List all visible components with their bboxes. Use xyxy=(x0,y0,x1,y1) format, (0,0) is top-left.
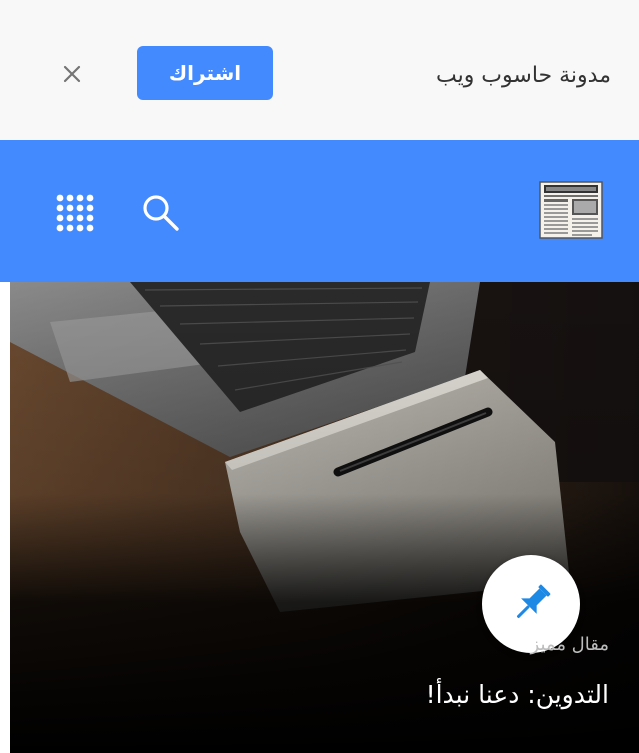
newspaper-icon xyxy=(539,181,603,239)
search-button[interactable] xyxy=(140,192,182,234)
blog-title: مدونة حاسوب ويب xyxy=(435,63,611,88)
page: مدونة حاسوب ويب اشتراك مقال مميز التدوين… xyxy=(0,0,639,753)
pin-icon xyxy=(516,584,551,619)
featured-label: مقال مميز xyxy=(530,634,609,655)
apps-grid-icon xyxy=(56,194,94,232)
apps-grid-button[interactable] xyxy=(54,192,94,232)
app-header xyxy=(0,140,639,282)
post-title[interactable]: التدوين: دعنا نبدأ! xyxy=(426,680,609,709)
featured-post-card[interactable]: مقال مميز التدوين: دعنا نبدأ! xyxy=(10,282,639,753)
subscribe-banner: مدونة حاسوب ويب اشتراك xyxy=(0,0,639,140)
close-button[interactable] xyxy=(52,56,92,92)
close-icon xyxy=(63,65,81,83)
subscribe-button[interactable]: اشتراك xyxy=(137,46,273,100)
blog-logo[interactable] xyxy=(538,180,604,240)
search-icon xyxy=(143,195,179,231)
